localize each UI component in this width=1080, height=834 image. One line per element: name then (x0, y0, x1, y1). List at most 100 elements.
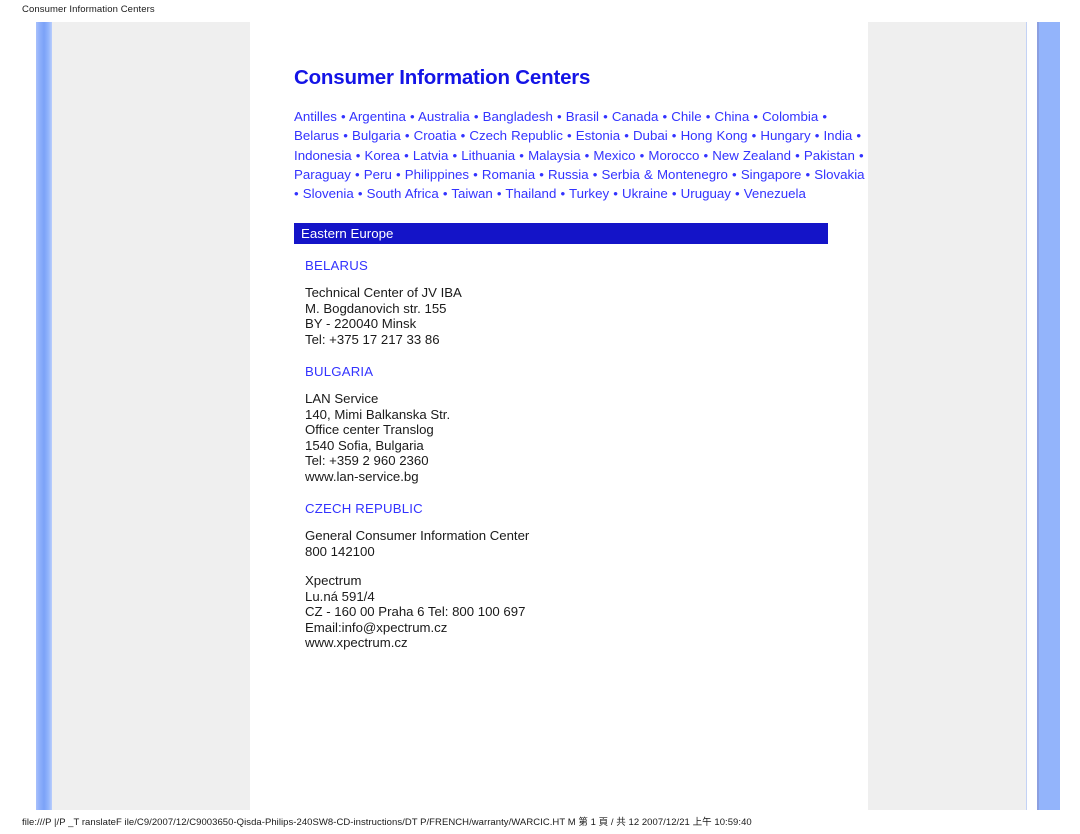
country-link-separator: • (727, 166, 741, 182)
address-line: Office center Translog (305, 422, 434, 438)
address-line: Xpectrum (305, 573, 362, 589)
country-link-separator: • (400, 147, 413, 163)
country-link-separator: • (580, 147, 594, 163)
print-preview-footer-url: file:///P |/P _T ranslateF ile/C9/2007/1… (22, 817, 752, 828)
country-link-separator: • (701, 109, 715, 124)
country-link-separator: • (336, 109, 349, 124)
country-link-separator: • (790, 147, 804, 163)
country-link-thailand[interactable]: Thailand (505, 186, 556, 201)
country-link-slovenia[interactable]: Slovenia (303, 186, 354, 201)
address-line: CZ - 160 00 Praha 6 Tel: 800 100 697 (305, 604, 526, 620)
document-content-area: Consumer Information Centers Antilles • … (250, 22, 868, 810)
country-link-colombia[interactable]: Colombia (762, 109, 818, 124)
country-link-bangladesh[interactable]: Bangladesh (483, 109, 553, 124)
country-link-hong-kong[interactable]: Hong Kong (681, 128, 748, 143)
country-link-separator: • (469, 109, 483, 124)
page-sheet: Consumer Information Centers Antilles • … (22, 22, 1060, 810)
country-link-turkey[interactable]: Turkey (569, 186, 609, 201)
country-link-hungary[interactable]: Hungary (760, 128, 810, 143)
country-link-latvia[interactable]: Latvia (413, 148, 448, 163)
country-link-malaysia[interactable]: Malaysia (528, 148, 580, 163)
address-line: www.lan-service.bg (305, 468, 419, 484)
country-link-separator: • (448, 147, 462, 163)
country-link-philippines[interactable]: Philippines (405, 167, 473, 182)
country-link-separator: • (473, 166, 482, 182)
country-entry-address: General Consumer Information Center 800 1… (305, 528, 854, 651)
country-link-separator: • (562, 128, 576, 144)
country-link-dubai[interactable]: Dubai (633, 128, 668, 143)
country-link-australia[interactable]: Australia (418, 109, 470, 124)
country-link-separator: • (667, 128, 681, 144)
country-link-separator: • (658, 109, 672, 124)
country-link-separator: • (294, 186, 303, 202)
left-accent-stripe (36, 22, 52, 810)
country-link-india[interactable]: India (823, 128, 852, 143)
country-link-indonesia[interactable]: Indonesia (294, 148, 352, 163)
address-line: Technical Center of JV IBA (305, 285, 462, 301)
country-link-ukraine[interactable]: Ukraine (622, 186, 668, 201)
country-link-separator: • (456, 128, 470, 144)
country-link-serbia-montenegro[interactable]: Serbia & Montenegro (601, 167, 727, 182)
address-line: BY - 220040 Minsk (305, 316, 417, 332)
country-link-separator: • (730, 186, 744, 202)
country-link-mexico[interactable]: Mexico (593, 148, 635, 163)
country-link-separator: • (405, 109, 419, 124)
country-link-romania[interactable]: Romania (482, 167, 535, 182)
country-link-new-zealand[interactable]: New Zealand (712, 148, 791, 163)
country-link-south-africa[interactable]: South Africa (367, 186, 439, 201)
address-line: LAN Service (305, 391, 379, 407)
country-entry-belarus: BELARUS Technical Center of JV IBA M. Bog… (294, 258, 854, 347)
country-link-uruguay[interactable]: Uruguay (681, 186, 731, 201)
address-line: 800 142100 (305, 543, 375, 559)
country-link-separator: • (609, 186, 622, 202)
country-link-separator: • (810, 128, 824, 144)
page-title: Consumer Information Centers (294, 66, 591, 89)
country-link-korea[interactable]: Korea (365, 148, 400, 163)
country-link-separator: • (747, 128, 761, 144)
country-link-belarus[interactable]: Belarus (294, 128, 339, 143)
address-line: General Consumer Information Center (305, 528, 530, 544)
country-link-paraguay[interactable]: Paraguay (294, 167, 351, 182)
country-link-separator: • (620, 128, 633, 144)
country-link-taiwan[interactable]: Taiwan (451, 186, 492, 201)
country-link-singapore[interactable]: Singapore (741, 167, 802, 182)
country-link-separator: • (552, 109, 566, 124)
section-header-eastern-europe: Eastern Europe (294, 223, 828, 245)
country-entry-address: LAN Service 140, Mimi Balkanska Str. Offic… (305, 391, 854, 484)
country-link-list: Antilles • Argentina • Australia • Bangl… (294, 107, 872, 203)
address-line: Lu.ná 591/4 (305, 588, 375, 604)
country-link-czech-republic[interactable]: Czech Republic (469, 128, 563, 143)
page-margin-right (868, 22, 1026, 810)
country-link-estonia[interactable]: Estonia (576, 128, 620, 143)
country-link-brasil[interactable]: Brasil (566, 109, 599, 124)
country-link-separator: • (749, 109, 763, 124)
country-link-china[interactable]: China (714, 109, 749, 124)
country-link-separator: • (351, 147, 365, 163)
country-link-venezuela[interactable]: Venezuela (744, 186, 806, 201)
country-link-separator: • (353, 186, 367, 202)
country-link-morocco[interactable]: Morocco (648, 148, 699, 163)
country-link-pakistan[interactable]: Pakistan (804, 148, 855, 163)
country-link-separator: • (667, 186, 681, 202)
country-link-chile[interactable]: Chile (671, 109, 701, 124)
country-link-separator: • (801, 166, 815, 182)
country-link-bulgaria[interactable]: Bulgaria (352, 128, 401, 143)
address-line: 1540 Sofia, Bulgaria (305, 437, 424, 453)
country-entry-heading: BULGARIA (305, 364, 374, 380)
country-link-lithuania[interactable]: Lithuania (461, 148, 515, 163)
country-link-russia[interactable]: Russia (548, 167, 589, 182)
country-link-separator: • (350, 166, 364, 182)
country-link-separator: • (635, 147, 649, 163)
country-link-canada[interactable]: Canada (612, 109, 659, 124)
print-preview-header-title: Consumer Information Centers (22, 4, 155, 15)
right-accent-panel (1037, 22, 1060, 810)
address-line-gap (305, 559, 854, 573)
country-link-croatia[interactable]: Croatia (414, 128, 457, 143)
country-link-antilles[interactable]: Antilles (294, 109, 337, 124)
country-link-slovakia[interactable]: Slovakia (814, 167, 864, 182)
country-entry-heading: CZECH REPUBLIC (305, 501, 423, 517)
country-link-argentina[interactable]: Argentina (349, 109, 406, 124)
address-line: Tel: +375 17 217 33 86 (305, 331, 440, 347)
country-link-separator: • (339, 128, 352, 144)
country-link-peru[interactable]: Peru (364, 167, 392, 182)
